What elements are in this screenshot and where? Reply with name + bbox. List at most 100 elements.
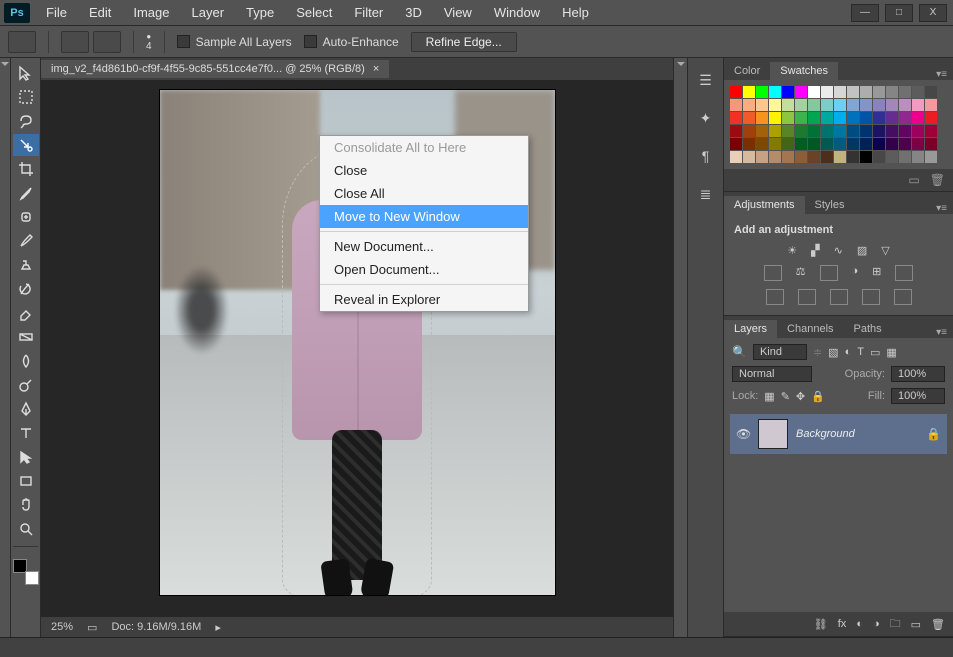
chevron-right-icon[interactable]: ▸ bbox=[215, 621, 221, 634]
invert-icon[interactable] bbox=[766, 289, 784, 305]
selective-color-icon[interactable] bbox=[894, 289, 912, 305]
maximize-button[interactable]: □ bbox=[885, 4, 913, 22]
tab-color[interactable]: Color bbox=[724, 62, 770, 80]
ctx-move-to-new-window[interactable]: Move to New Window bbox=[320, 205, 528, 228]
menu-image[interactable]: Image bbox=[123, 2, 179, 23]
posterize-icon[interactable] bbox=[798, 289, 816, 305]
swatch[interactable] bbox=[769, 125, 781, 137]
paragraph-panel-icon[interactable]: ¶ bbox=[693, 144, 719, 168]
swatch[interactable] bbox=[912, 86, 924, 98]
swatch[interactable] bbox=[743, 86, 755, 98]
swatch[interactable] bbox=[912, 112, 924, 124]
swatch[interactable] bbox=[821, 99, 833, 111]
swatch[interactable] bbox=[743, 112, 755, 124]
swatch[interactable] bbox=[925, 138, 937, 150]
swatch[interactable] bbox=[795, 112, 807, 124]
history-brush-tool-icon[interactable] bbox=[13, 278, 39, 300]
swatch[interactable] bbox=[860, 125, 872, 137]
document-tab-close-icon[interactable]: × bbox=[373, 63, 379, 75]
adjustment-layer-icon[interactable]: ◑ bbox=[873, 618, 880, 630]
dodge-tool-icon[interactable] bbox=[13, 374, 39, 396]
tab-paths[interactable]: Paths bbox=[844, 320, 892, 338]
eraser-tool-icon[interactable] bbox=[13, 302, 39, 324]
swatch[interactable] bbox=[769, 112, 781, 124]
swatch[interactable] bbox=[756, 112, 768, 124]
panel-menu-icon[interactable]: ▾≡ bbox=[930, 327, 953, 338]
swatch[interactable] bbox=[925, 86, 937, 98]
swatch[interactable] bbox=[912, 151, 924, 163]
swatch[interactable] bbox=[821, 86, 833, 98]
swatch[interactable] bbox=[912, 99, 924, 111]
hand-tool-icon[interactable] bbox=[13, 494, 39, 516]
layer-thumbnail[interactable] bbox=[758, 419, 788, 449]
vibrance-icon[interactable]: ▽ bbox=[881, 244, 889, 257]
auto-enhance-checkbox[interactable]: Auto-Enhance bbox=[304, 35, 399, 49]
swatch[interactable] bbox=[730, 151, 742, 163]
swatch[interactable] bbox=[782, 151, 794, 163]
lock-pixels-icon[interactable]: ✎ bbox=[781, 390, 790, 403]
swatch[interactable] bbox=[769, 138, 781, 150]
swatch[interactable] bbox=[808, 138, 820, 150]
swatch[interactable] bbox=[873, 138, 885, 150]
swatch[interactable] bbox=[821, 112, 833, 124]
swatch[interactable] bbox=[821, 125, 833, 137]
swatch[interactable] bbox=[808, 112, 820, 124]
crop-tool-icon[interactable] bbox=[13, 158, 39, 180]
new-layer-icon[interactable]: ▭ bbox=[911, 618, 921, 631]
swatch[interactable] bbox=[886, 86, 898, 98]
pen-tool-icon[interactable] bbox=[13, 398, 39, 420]
swatch[interactable] bbox=[899, 138, 911, 150]
swatch[interactable] bbox=[743, 125, 755, 137]
close-window-button[interactable]: X bbox=[919, 4, 947, 22]
filter-shape-icon[interactable]: ▭ bbox=[870, 346, 880, 359]
brush-panel-icon[interactable]: ≣ bbox=[693, 182, 719, 206]
swatch[interactable] bbox=[756, 86, 768, 98]
swatch[interactable] bbox=[886, 125, 898, 137]
blend-mode-dropdown[interactable]: Normal bbox=[732, 366, 812, 382]
swatch[interactable] bbox=[769, 86, 781, 98]
swatch[interactable] bbox=[808, 99, 820, 111]
swatch[interactable] bbox=[834, 86, 846, 98]
menu-select[interactable]: Select bbox=[286, 2, 342, 23]
swatch[interactable] bbox=[925, 151, 937, 163]
swatch[interactable] bbox=[925, 112, 937, 124]
swatch[interactable] bbox=[860, 112, 872, 124]
swatch[interactable] bbox=[782, 138, 794, 150]
foreground-background-colors[interactable] bbox=[13, 559, 39, 585]
color-balance-icon[interactable]: ⚖ bbox=[796, 265, 806, 281]
swatch[interactable] bbox=[743, 138, 755, 150]
quick-selection-tool-icon[interactable] bbox=[13, 134, 39, 156]
lock-transparency-icon[interactable]: ▦ bbox=[764, 390, 774, 403]
zoom-level[interactable]: 25% bbox=[51, 621, 73, 633]
swatch[interactable] bbox=[873, 112, 885, 124]
link-layers-icon[interactable]: ⛓ bbox=[814, 618, 828, 631]
gradient-map-icon[interactable] bbox=[862, 289, 880, 305]
ctx-close-all[interactable]: Close All bbox=[320, 182, 528, 205]
swatch[interactable] bbox=[847, 125, 859, 137]
menu-window[interactable]: Window bbox=[484, 2, 550, 23]
delete-layer-icon[interactable]: 🗑 bbox=[931, 618, 945, 631]
swatch[interactable] bbox=[925, 99, 937, 111]
swatch[interactable] bbox=[886, 138, 898, 150]
brush-tool-icon[interactable] bbox=[13, 230, 39, 252]
ctx-open-document[interactable]: Open Document... bbox=[320, 258, 528, 281]
swatch[interactable] bbox=[847, 138, 859, 150]
zoom-tool-icon[interactable] bbox=[13, 518, 39, 540]
eyedropper-tool-icon[interactable] bbox=[13, 182, 39, 204]
swatch[interactable] bbox=[782, 112, 794, 124]
filter-adjust-icon[interactable]: ◐ bbox=[845, 346, 852, 358]
add-to-selection-icon[interactable] bbox=[61, 31, 89, 53]
swatch[interactable] bbox=[847, 151, 859, 163]
history-panel-icon[interactable]: ☰ bbox=[693, 68, 719, 92]
group-layers-icon[interactable]: 🗀 bbox=[890, 615, 901, 634]
swatch[interactable] bbox=[860, 151, 872, 163]
swatch[interactable] bbox=[873, 151, 885, 163]
lasso-tool-icon[interactable] bbox=[13, 110, 39, 132]
swatch[interactable] bbox=[756, 125, 768, 137]
swatch[interactable] bbox=[730, 86, 742, 98]
exposure-icon[interactable]: ▨ bbox=[857, 244, 867, 257]
tab-adjustments[interactable]: Adjustments bbox=[724, 196, 805, 214]
swatch[interactable] bbox=[782, 99, 794, 111]
curves-icon[interactable]: ∿ bbox=[834, 244, 843, 257]
swatch[interactable] bbox=[899, 125, 911, 137]
